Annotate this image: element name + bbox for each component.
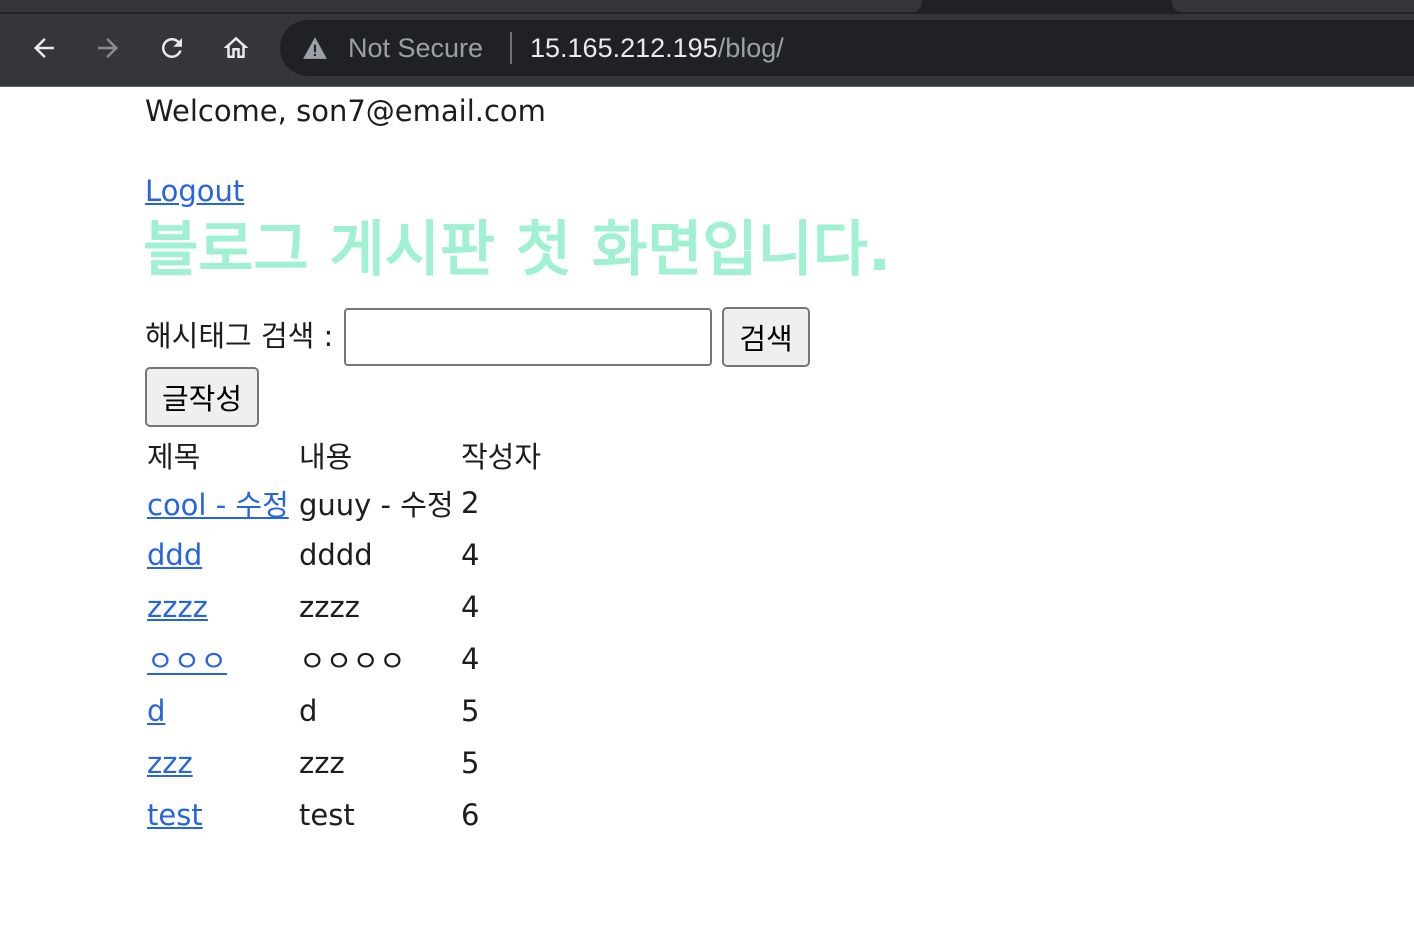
post-title-link[interactable]: test bbox=[147, 798, 203, 832]
url-path: /blog/ bbox=[717, 33, 784, 63]
address-bar[interactable]: Not Secure 15.165.212.195/blog/ bbox=[280, 20, 1414, 76]
page-title: 블로그 게시판 첫 화면입니다. bbox=[143, 215, 891, 285]
security-status[interactable]: Not Secure bbox=[348, 32, 483, 64]
write-post-button[interactable]: 글작성 bbox=[145, 367, 259, 427]
post-content-cell: zzz bbox=[299, 746, 345, 780]
post-content-cell: d bbox=[299, 694, 318, 728]
url-host: 15.165.212.195 bbox=[530, 33, 718, 63]
post-author-cell: 4 bbox=[461, 642, 480, 676]
inactive-tab[interactable] bbox=[1172, 0, 1414, 12]
back-button[interactable] bbox=[24, 28, 64, 68]
forward-button[interactable] bbox=[88, 28, 128, 68]
post-title-cell: zzzz bbox=[147, 582, 297, 632]
welcome-message: Welcome, son7@email.com bbox=[145, 94, 546, 128]
url-text[interactable]: 15.165.212.195/blog/ bbox=[530, 32, 784, 64]
post-content-cell: zzzz bbox=[299, 590, 360, 624]
page-content: Welcome, son7@email.com Logout 블로그 게시판 첫… bbox=[143, 92, 1345, 832]
post-author-cell: 5 bbox=[461, 694, 480, 728]
table-row: test test 6 bbox=[147, 790, 551, 840]
post-author-cell: 2 bbox=[461, 486, 480, 520]
table-header-row: 제목 내용 작성자 bbox=[147, 434, 551, 476]
post-content-cell: guuy - 수정 bbox=[299, 488, 454, 522]
header-content: 내용 bbox=[299, 440, 353, 474]
posts-table: 제목 내용 작성자 cool - 수정 guuy - 수정 2 ddd dddd… bbox=[145, 432, 553, 842]
table-row: zzz zzz 5 bbox=[147, 738, 551, 788]
search-button[interactable]: 검색 bbox=[722, 307, 810, 367]
active-tab[interactable] bbox=[0, 0, 922, 12]
post-author-cell: 6 bbox=[461, 798, 480, 832]
post-title-cell: ㅇㅇㅇ bbox=[147, 634, 297, 684]
home-button[interactable] bbox=[216, 28, 256, 68]
logout-link[interactable]: Logout bbox=[145, 172, 244, 210]
post-title-link[interactable]: zzz bbox=[147, 746, 193, 780]
table-row: ㅇㅇㅇ ㅇㅇㅇㅇ 4 bbox=[147, 634, 551, 684]
hashtag-search-input[interactable] bbox=[344, 308, 712, 366]
post-title-cell: ddd bbox=[147, 530, 297, 580]
browser-toolbar: Not Secure 15.165.212.195/blog/ bbox=[0, 0, 1414, 87]
post-content-cell: ㅇㅇㅇㅇ bbox=[299, 644, 406, 678]
header-author: 작성자 bbox=[461, 440, 542, 474]
reload-button[interactable] bbox=[152, 28, 192, 68]
post-title-cell: d bbox=[147, 686, 297, 736]
reload-icon bbox=[161, 37, 182, 58]
tab-strip bbox=[0, 0, 1414, 14]
warning-icon[interactable] bbox=[302, 36, 328, 60]
post-title-link[interactable]: zzzz bbox=[147, 590, 208, 624]
home-icon bbox=[223, 36, 249, 58]
post-content-cell: dddd bbox=[299, 538, 373, 572]
post-title-cell: cool - 수정 bbox=[147, 478, 297, 528]
table-row: cool - 수정 guuy - 수정 2 bbox=[147, 478, 551, 528]
back-arrow-icon bbox=[34, 38, 54, 58]
search-label: 해시태그 검색 : bbox=[145, 319, 334, 353]
omnibox-separator bbox=[510, 32, 512, 64]
forward-arrow-icon bbox=[98, 38, 118, 58]
post-author-cell: 4 bbox=[461, 590, 480, 624]
post-title-link[interactable]: d bbox=[147, 694, 165, 728]
post-title-link[interactable]: ㅇㅇㅇ bbox=[147, 644, 227, 678]
header-title: 제목 bbox=[147, 440, 201, 474]
post-title-link[interactable]: ddd bbox=[147, 538, 202, 572]
post-title-cell: test bbox=[147, 790, 297, 840]
table-row: zzzz zzzz 4 bbox=[147, 582, 551, 632]
post-title-cell: zzz bbox=[147, 738, 297, 788]
post-author-cell: 5 bbox=[461, 746, 480, 780]
table-row: ddd dddd 4 bbox=[147, 530, 551, 580]
post-content-cell: test bbox=[299, 798, 355, 832]
post-author-cell: 4 bbox=[461, 538, 480, 572]
post-title-link[interactable]: cool - 수정 bbox=[147, 488, 289, 522]
table-row: d d 5 bbox=[147, 686, 551, 736]
